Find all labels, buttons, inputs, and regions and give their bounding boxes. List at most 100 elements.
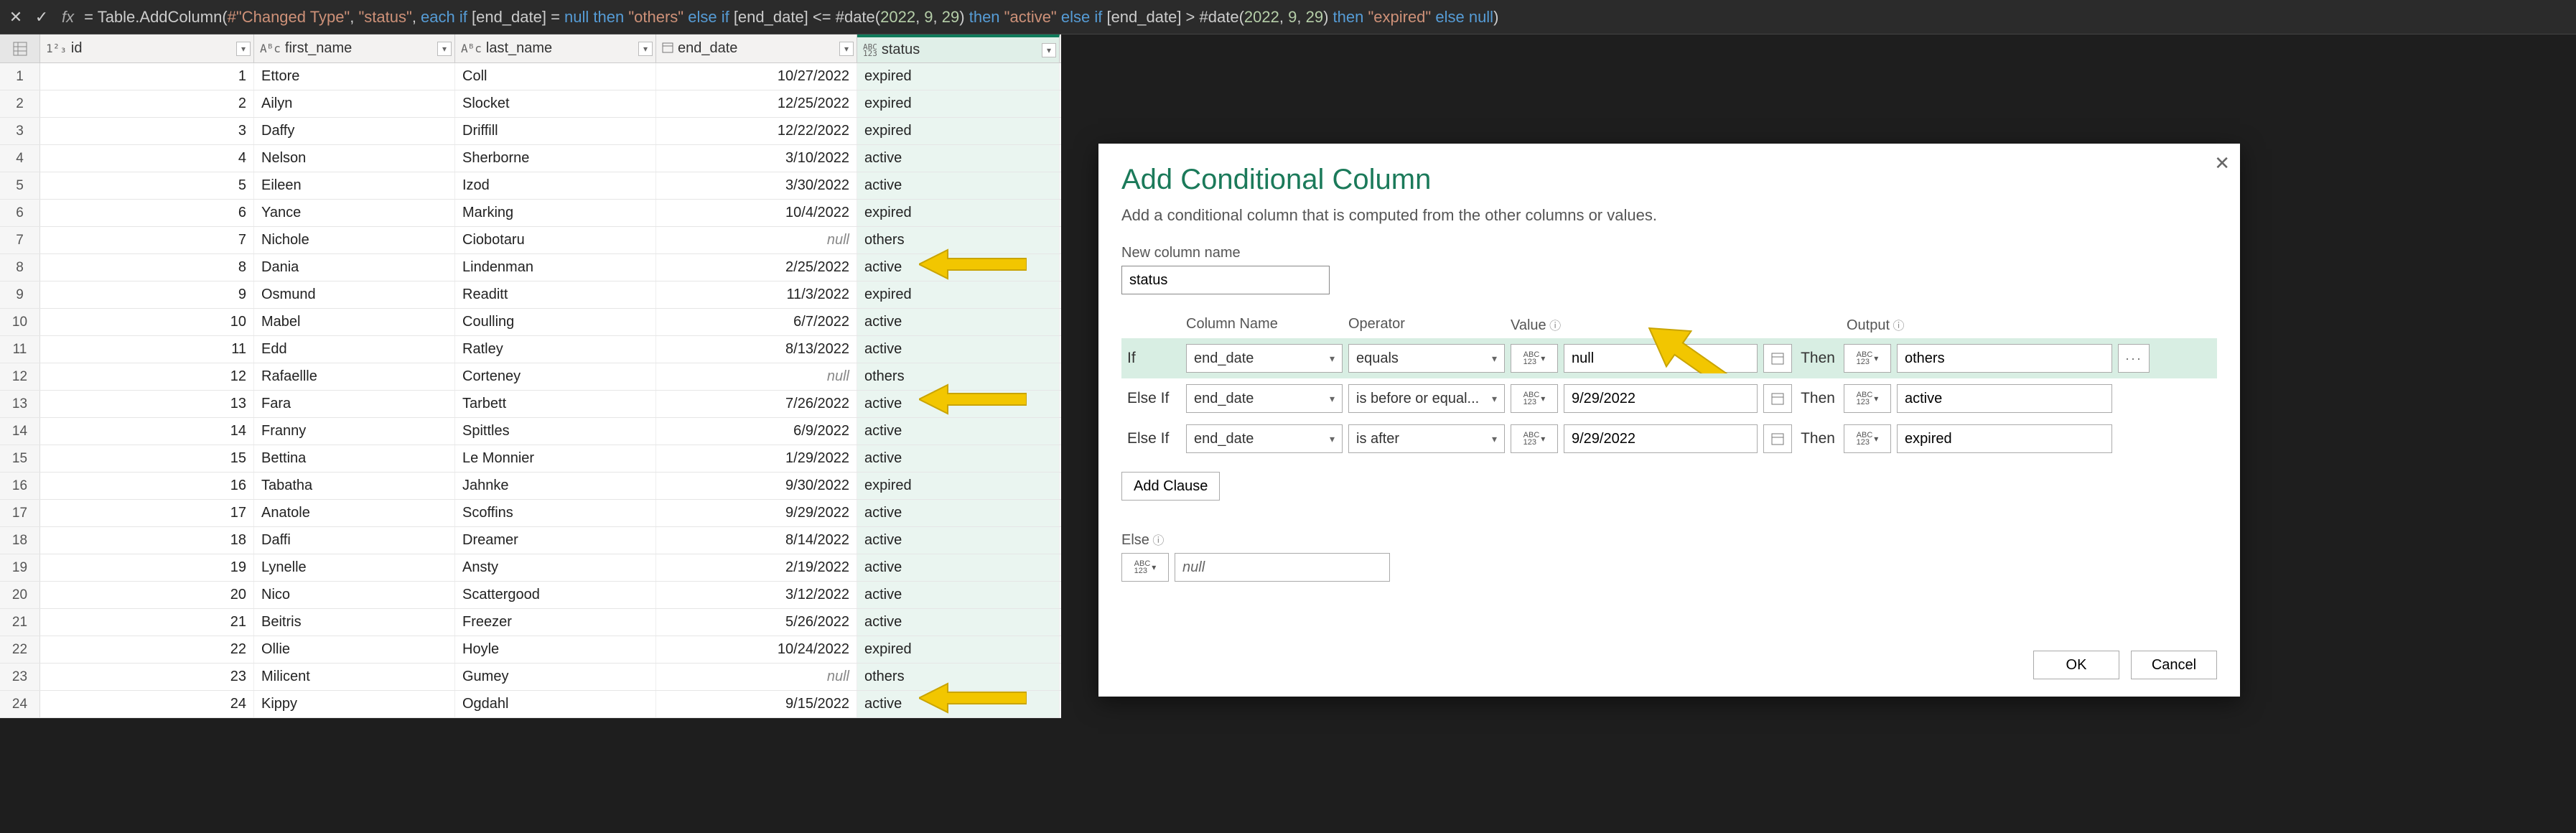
table-row[interactable]: 1414FrannySpittles6/9/2022active bbox=[0, 418, 1061, 445]
cell-first-name[interactable]: Yance bbox=[254, 200, 455, 226]
cell-first-name[interactable]: Ollie bbox=[254, 636, 455, 663]
cell-end-date[interactable]: 10/4/2022 bbox=[656, 200, 857, 226]
cell-last-name[interactable]: Coll bbox=[455, 63, 656, 90]
row-number[interactable]: 10 bbox=[0, 309, 40, 335]
row-number[interactable]: 6 bbox=[0, 200, 40, 226]
cell-id[interactable]: 20 bbox=[40, 582, 254, 608]
cell-status[interactable]: expired bbox=[857, 636, 1060, 663]
cell-status[interactable]: active bbox=[857, 145, 1060, 172]
table-row[interactable]: 1111EddRatley8/13/2022active bbox=[0, 336, 1061, 363]
clause-value-input[interactable] bbox=[1564, 424, 1758, 453]
clause-operator-select[interactable]: is before or equal...▾ bbox=[1348, 384, 1505, 413]
cell-last-name[interactable]: Ogdahl bbox=[455, 691, 656, 717]
cell-last-name[interactable]: Spittles bbox=[455, 418, 656, 445]
cell-status[interactable]: expired bbox=[857, 63, 1060, 90]
cell-first-name[interactable]: Franny bbox=[254, 418, 455, 445]
cell-id[interactable]: 24 bbox=[40, 691, 254, 717]
cell-last-name[interactable]: Driffill bbox=[455, 118, 656, 144]
cell-status[interactable]: active bbox=[857, 527, 1060, 554]
cell-status[interactable]: expired bbox=[857, 90, 1060, 117]
cell-last-name[interactable]: Coulling bbox=[455, 309, 656, 335]
clause-output-input[interactable] bbox=[1897, 384, 2112, 413]
table-row[interactable]: 2424KippyOgdahl9/15/2022active bbox=[0, 691, 1061, 718]
cell-last-name[interactable]: Readitt bbox=[455, 281, 656, 308]
cell-id[interactable]: 12 bbox=[40, 363, 254, 390]
cell-first-name[interactable]: Daffi bbox=[254, 527, 455, 554]
cell-end-date[interactable]: 9/15/2022 bbox=[656, 691, 857, 717]
output-type-picker[interactable]: ABC123▾ bbox=[1844, 384, 1891, 413]
cell-id[interactable]: 17 bbox=[40, 500, 254, 526]
row-number[interactable]: 11 bbox=[0, 336, 40, 363]
row-number[interactable]: 14 bbox=[0, 418, 40, 445]
row-number[interactable]: 12 bbox=[0, 363, 40, 390]
table-row[interactable]: 2121BeitrisFreezer5/26/2022active bbox=[0, 609, 1061, 636]
cell-first-name[interactable]: Rafaellle bbox=[254, 363, 455, 390]
cell-end-date[interactable]: 10/24/2022 bbox=[656, 636, 857, 663]
row-number[interactable]: 9 bbox=[0, 281, 40, 308]
cell-status[interactable]: expired bbox=[857, 118, 1060, 144]
cell-status[interactable]: expired bbox=[857, 200, 1060, 226]
cell-status[interactable]: active bbox=[857, 309, 1060, 335]
formula-accept-icon[interactable]: ✓ bbox=[32, 7, 52, 27]
cell-end-date[interactable]: 9/30/2022 bbox=[656, 473, 857, 499]
cell-id[interactable]: 11 bbox=[40, 336, 254, 363]
clause-output-input[interactable] bbox=[1897, 344, 2112, 373]
filter-dropdown-icon[interactable]: ▾ bbox=[236, 42, 251, 56]
cell-end-date[interactable]: 2/25/2022 bbox=[656, 254, 857, 281]
cell-end-date[interactable]: null bbox=[656, 664, 857, 690]
cell-last-name[interactable]: Scattergood bbox=[455, 582, 656, 608]
cell-first-name[interactable]: Nichole bbox=[254, 227, 455, 253]
cell-first-name[interactable]: Edd bbox=[254, 336, 455, 363]
formula-text[interactable]: = Table.AddColumn(#"Changed Type", "stat… bbox=[84, 8, 2570, 27]
cell-first-name[interactable]: Nelson bbox=[254, 145, 455, 172]
cell-id[interactable]: 1 bbox=[40, 63, 254, 90]
cell-last-name[interactable]: Dreamer bbox=[455, 527, 656, 554]
cell-id[interactable]: 8 bbox=[40, 254, 254, 281]
cell-status[interactable]: active bbox=[857, 500, 1060, 526]
output-type-picker[interactable]: ABC123▾ bbox=[1844, 424, 1891, 453]
cell-first-name[interactable]: Bettina bbox=[254, 445, 455, 472]
table-row[interactable]: 22AilynSlocket12/25/2022expired bbox=[0, 90, 1061, 118]
cell-status[interactable]: active bbox=[857, 582, 1060, 608]
row-number[interactable]: 2 bbox=[0, 90, 40, 117]
table-icon[interactable] bbox=[0, 34, 40, 62]
table-row[interactable]: 33DaffyDriffill12/22/2022expired bbox=[0, 118, 1061, 145]
table-row[interactable]: 2020NicoScattergood3/12/2022active bbox=[0, 582, 1061, 609]
clause-operator-select[interactable]: is after▾ bbox=[1348, 424, 1505, 453]
close-icon[interactable]: ✕ bbox=[2214, 152, 2230, 174]
clause-output-input[interactable] bbox=[1897, 424, 2112, 453]
cell-first-name[interactable]: Tabatha bbox=[254, 473, 455, 499]
cell-end-date[interactable]: 5/26/2022 bbox=[656, 609, 857, 636]
cell-last-name[interactable]: Le Monnier bbox=[455, 445, 656, 472]
cell-id[interactable]: 4 bbox=[40, 145, 254, 172]
cell-first-name[interactable]: Nico bbox=[254, 582, 455, 608]
row-number[interactable]: 19 bbox=[0, 554, 40, 581]
table-row[interactable]: 66YanceMarking10/4/2022expired bbox=[0, 200, 1061, 227]
cell-id[interactable]: 7 bbox=[40, 227, 254, 253]
cell-end-date[interactable]: 12/22/2022 bbox=[656, 118, 857, 144]
else-value-input[interactable] bbox=[1175, 553, 1390, 582]
clause-column-select[interactable]: end_date▾ bbox=[1186, 344, 1343, 373]
row-number[interactable]: 3 bbox=[0, 118, 40, 144]
cell-first-name[interactable]: Fara bbox=[254, 391, 455, 417]
cell-id[interactable]: 15 bbox=[40, 445, 254, 472]
cell-id[interactable]: 5 bbox=[40, 172, 254, 199]
cell-last-name[interactable]: Sherborne bbox=[455, 145, 656, 172]
cell-first-name[interactable]: Milicent bbox=[254, 664, 455, 690]
value-type-picker[interactable]: ABC123▾ bbox=[1511, 424, 1558, 453]
table-row[interactable]: 1919LynelleAnsty2/19/2022active bbox=[0, 554, 1061, 582]
cell-id[interactable]: 13 bbox=[40, 391, 254, 417]
column-header-last-name[interactable]: Aᴮc last_name ▾ bbox=[455, 34, 656, 62]
cell-first-name[interactable]: Eileen bbox=[254, 172, 455, 199]
cell-id[interactable]: 18 bbox=[40, 527, 254, 554]
cell-first-name[interactable]: Lynelle bbox=[254, 554, 455, 581]
column-header-id[interactable]: 1²₃ id ▾ bbox=[40, 34, 254, 62]
cell-first-name[interactable]: Kippy bbox=[254, 691, 455, 717]
row-number[interactable]: 24 bbox=[0, 691, 40, 717]
column-header-first-name[interactable]: Aᴮc first_name ▾ bbox=[254, 34, 455, 62]
cell-end-date[interactable]: 3/30/2022 bbox=[656, 172, 857, 199]
column-header-status[interactable]: ABC123 status ▾ bbox=[857, 34, 1060, 62]
table-row[interactable]: 1616TabathaJahnke9/30/2022expired bbox=[0, 473, 1061, 500]
cell-id[interactable]: 9 bbox=[40, 281, 254, 308]
cell-first-name[interactable]: Mabel bbox=[254, 309, 455, 335]
